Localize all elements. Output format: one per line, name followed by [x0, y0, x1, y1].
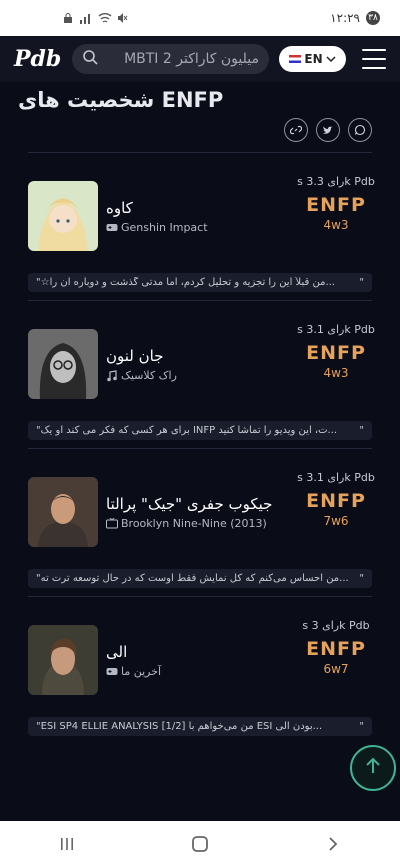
wifi-icon [98, 12, 112, 24]
vote-count: s رای 3.3k Pdb [297, 175, 375, 188]
page-title: شخصیت های ENFP [18, 88, 224, 112]
character-card[interactable]: الی آخرین ما s رای 3k Pdb ENFP 6w7 ...بو… [28, 597, 372, 744]
character-avatar[interactable] [28, 477, 98, 547]
hamburger-menu-icon[interactable] [362, 49, 386, 69]
signal-icon [80, 12, 92, 24]
home-icon[interactable] [180, 829, 220, 859]
status-icons-left [62, 12, 128, 24]
quote-mark: " [359, 277, 364, 288]
character-name[interactable]: الی [106, 643, 161, 661]
whatsapp-icon[interactable] [348, 118, 372, 142]
search-box[interactable] [72, 44, 269, 74]
recent-apps-icon[interactable] [47, 829, 87, 859]
character-avatar[interactable] [28, 625, 98, 695]
comment-snippet[interactable]: ...ت، این ویدیو را تماشا کنید INFP برای … [28, 421, 372, 440]
mbti-type[interactable]: ENFP [306, 638, 366, 660]
character-card[interactable]: جان لنون راک کلاسیک s رای 3.1k Pdb ENFP … [28, 301, 375, 449]
mbti-type[interactable]: ENFP [306, 194, 366, 216]
chevron-down-icon [326, 52, 336, 66]
us-flag-icon [289, 55, 302, 63]
mbti-type[interactable]: ENFP [306, 342, 366, 364]
pdb-logo[interactable]: Pdb [14, 46, 62, 72]
android-navigation-bar [0, 821, 400, 867]
share-buttons [28, 118, 372, 153]
main-content: شخصیت های ENFP کاوه Genshin Impact s رای… [0, 82, 400, 821]
character-card[interactable]: کاوه Genshin Impact s رای 3.3k Pdb ENFP … [28, 153, 375, 301]
status-bar: ۱۲:۲۹ ۳۸ [0, 0, 400, 36]
arrow-up-icon [363, 756, 383, 780]
status-icons-right: ۱۲:۲۹ ۳۸ [330, 11, 380, 25]
notification-count-badge: ۳۸ [366, 11, 380, 25]
enneagram-type[interactable]: 7w6 [323, 514, 348, 528]
character-avatar[interactable] [28, 329, 98, 399]
twitter-icon[interactable] [316, 118, 340, 142]
search-input[interactable] [104, 51, 259, 67]
search-icon [82, 49, 98, 69]
character-category[interactable]: آخرین ما [106, 665, 161, 678]
enneagram-type[interactable]: 6w7 [323, 662, 348, 676]
comment-snippet[interactable]: ...من قبلاً این را تجزیه و تحلیل کردم، ا… [28, 273, 372, 292]
mbti-type[interactable]: ENFP [306, 490, 366, 512]
character-name[interactable]: کاوه [106, 199, 208, 217]
tv-icon [106, 517, 118, 529]
quote-mark: " [359, 721, 364, 732]
vote-count: s رای 3k Pdb [302, 619, 370, 632]
character-category[interactable]: Brooklyn Nine-Nine (2013) [106, 517, 272, 530]
top-navigation-bar: Pdb EN [0, 36, 400, 82]
language-selector[interactable]: EN [279, 46, 346, 72]
vote-count: s رای 3.1k Pdb [297, 323, 375, 336]
status-time: ۱۲:۲۹ [330, 11, 360, 25]
character-category[interactable]: راک کلاسیک [106, 369, 177, 382]
quote-mark: " [359, 425, 364, 436]
gamepad-icon [106, 666, 118, 676]
enneagram-type[interactable]: 4w3 [323, 218, 348, 232]
mute-icon [116, 12, 128, 24]
back-icon[interactable] [313, 829, 353, 859]
character-avatar[interactable] [28, 181, 98, 251]
character-category[interactable]: Genshin Impact [106, 221, 208, 234]
scroll-to-top-button[interactable] [350, 745, 396, 791]
gamepad-icon [106, 222, 118, 232]
lock-icon [62, 12, 74, 24]
character-name[interactable]: جان لنون [106, 347, 177, 365]
language-label: EN [304, 52, 323, 66]
copy-link-icon[interactable] [284, 118, 308, 142]
quote-mark: " [359, 573, 364, 584]
comment-snippet[interactable]: ...من احساس می‌کنم که کل نمایش فقط اوست … [28, 569, 372, 588]
character-name[interactable]: جیکوب جفری "جیک" پرالتا [106, 495, 272, 513]
comment-snippet[interactable]: ...بودن الی ESI من می‌خواهم با ESI SP4 E… [28, 717, 372, 736]
music-note-icon [106, 370, 118, 382]
character-card[interactable]: جیکوب جفری "جیک" پرالتا Brooklyn Nine-Ni… [28, 449, 375, 597]
vote-count: s رای 3.1k Pdb [297, 471, 375, 484]
enneagram-type[interactable]: 4w3 [323, 366, 348, 380]
